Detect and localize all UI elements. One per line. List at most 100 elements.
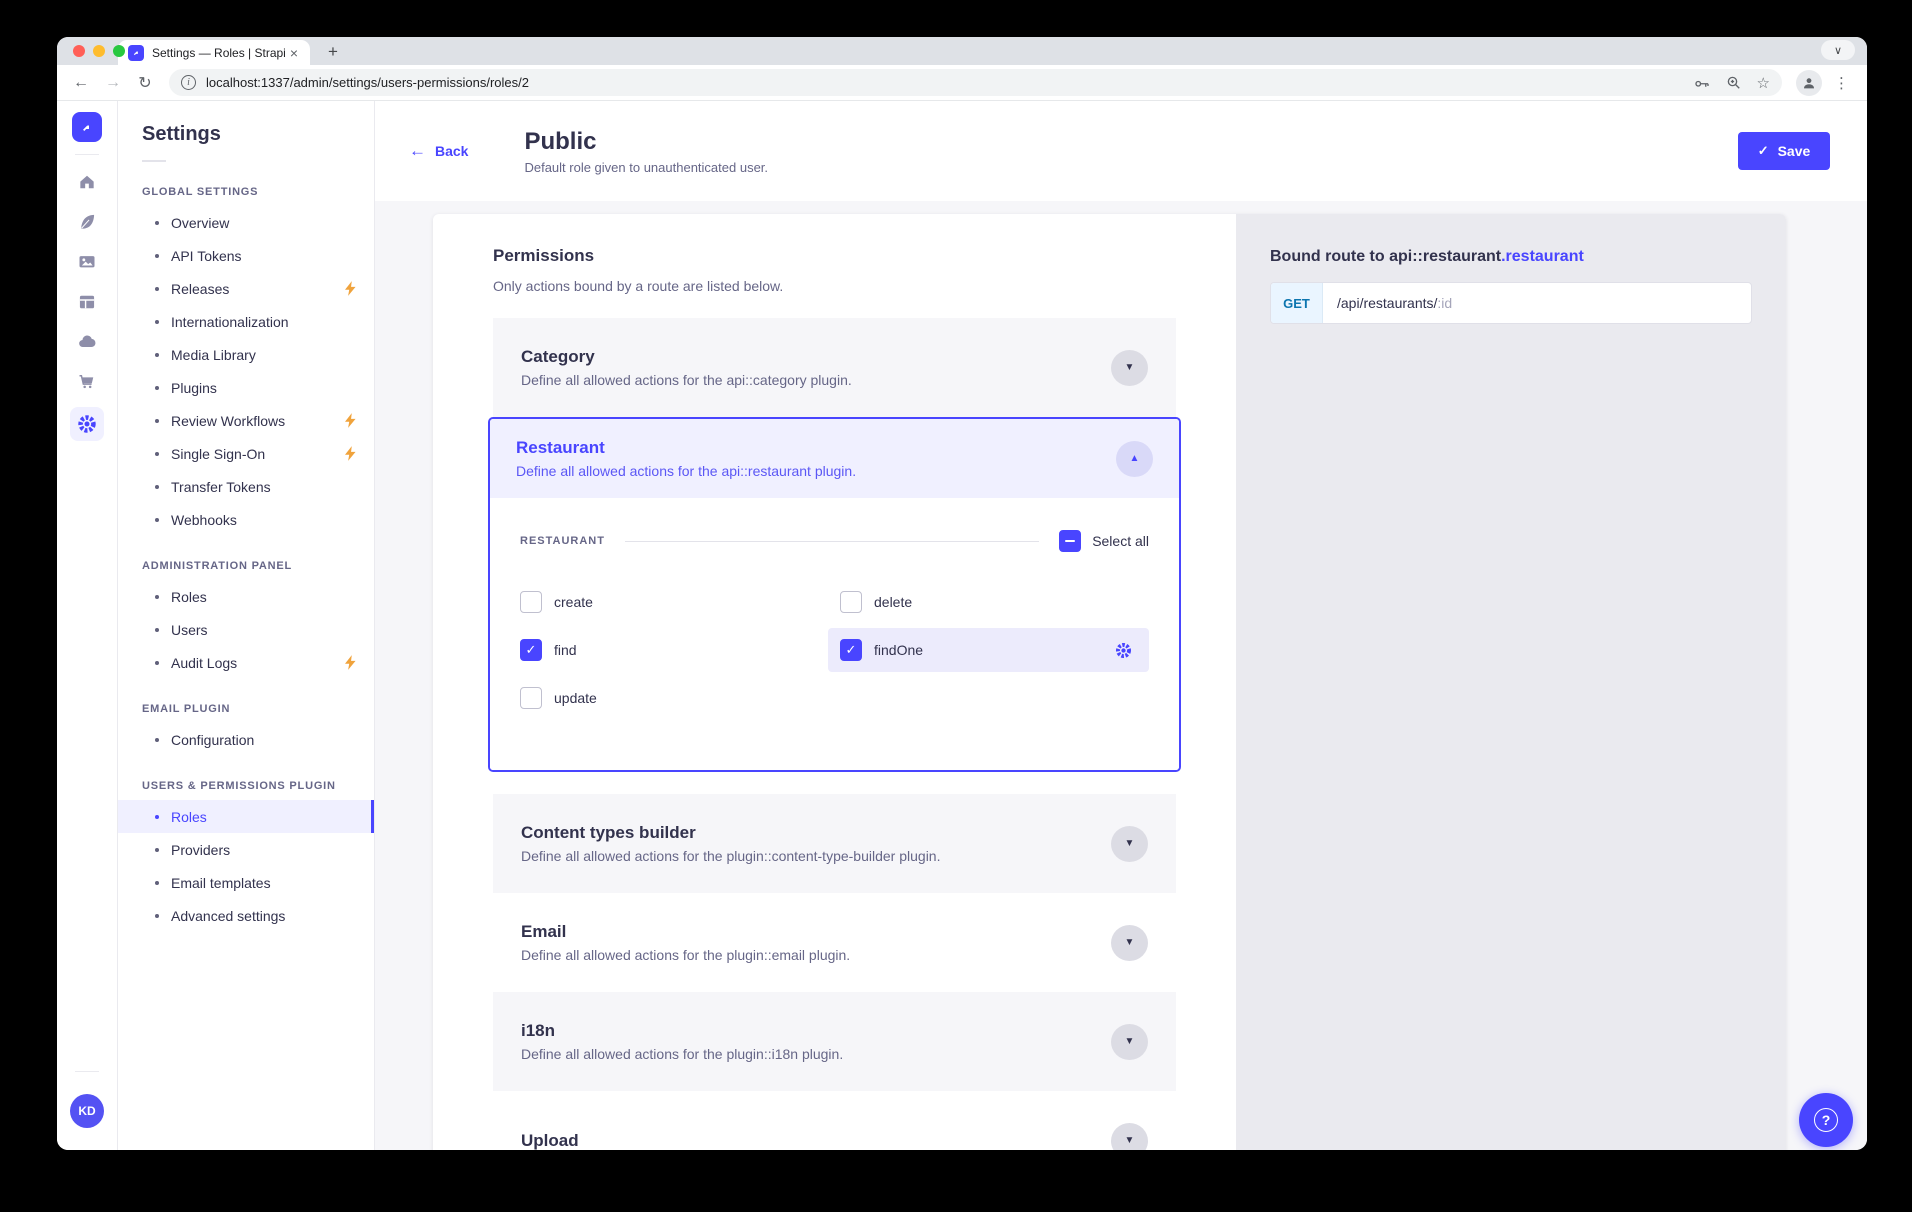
sidebar-item-transfer-tokens[interactable]: Transfer Tokens bbox=[118, 470, 374, 503]
user-avatar[interactable]: KD bbox=[70, 1094, 104, 1128]
actions-grid: create delete ✓ find bbox=[520, 580, 1149, 720]
tab-search-chevron-icon[interactable]: ∨ bbox=[1821, 40, 1855, 60]
bullet-icon bbox=[155, 848, 159, 852]
chevron-down-icon[interactable]: ▼ bbox=[1111, 925, 1148, 961]
browser-toolbar: ← → ↻ i localhost:1337/admin/settings/us… bbox=[57, 65, 1867, 101]
chevron-down-icon[interactable]: ▼ bbox=[1111, 350, 1148, 386]
browser-back-button[interactable]: ← bbox=[67, 69, 95, 97]
premium-bolt-icon bbox=[345, 281, 356, 296]
strapi-logo-icon[interactable] bbox=[72, 112, 102, 142]
settings-gear-icon[interactable] bbox=[70, 407, 104, 441]
accordion-i18n[interactable]: i18n Define all allowed actions for the … bbox=[493, 992, 1176, 1091]
bullet-icon bbox=[155, 485, 159, 489]
browser-reload-button[interactable]: ↻ bbox=[131, 69, 159, 97]
bullet-icon bbox=[155, 254, 159, 258]
bullet-icon bbox=[155, 287, 159, 291]
content-type-builder-icon[interactable] bbox=[72, 287, 102, 317]
bullet-icon bbox=[155, 628, 159, 632]
marketplace-cart-icon[interactable] bbox=[72, 367, 102, 397]
new-tab-button[interactable]: + bbox=[322, 42, 344, 62]
delete-checkbox[interactable] bbox=[840, 591, 862, 613]
sidebar-item-providers[interactable]: Providers bbox=[118, 833, 374, 866]
page-subtitle: Default role given to unauthenticated us… bbox=[524, 160, 768, 175]
chevron-up-icon[interactable]: ▲ bbox=[1116, 441, 1153, 477]
section-label: EMAIL PLUGIN bbox=[118, 703, 374, 715]
tab-strip: Settings — Roles | Strapi × + ∨ bbox=[57, 37, 1867, 65]
update-checkbox[interactable] bbox=[520, 687, 542, 709]
sidebar-item-configuration[interactable]: Configuration bbox=[118, 723, 374, 756]
browser-window: Settings — Roles | Strapi × + ∨ ← → ↻ i … bbox=[57, 37, 1867, 1150]
restaurant-permissions-body: RESTAURANT Select all create bbox=[490, 498, 1179, 770]
rail-divider bbox=[75, 1071, 99, 1072]
route-field: GET /api/restaurants/:id bbox=[1270, 282, 1752, 324]
route-highlight: .restaurant bbox=[1501, 248, 1584, 265]
bullet-icon bbox=[155, 595, 159, 599]
home-icon[interactable] bbox=[72, 167, 102, 197]
bullet-icon bbox=[155, 881, 159, 885]
sidebar-item-internationalization[interactable]: Internationalization bbox=[118, 305, 374, 338]
create-checkbox[interactable] bbox=[520, 591, 542, 613]
chevron-down-icon[interactable]: ▼ bbox=[1111, 1024, 1148, 1060]
site-info-icon[interactable]: i bbox=[181, 75, 196, 90]
save-button[interactable]: ✓ Save bbox=[1738, 132, 1830, 170]
accordion-content-types-builder[interactable]: Content types builder Define all allowed… bbox=[493, 794, 1176, 893]
sidebar-item-advanced-settings[interactable]: Advanced settings bbox=[118, 899, 374, 932]
browser-menu-icon[interactable]: ⋮ bbox=[1826, 74, 1857, 92]
accordion-restaurant-header[interactable]: Restaurant Define all allowed actions fo… bbox=[490, 419, 1179, 498]
address-bar[interactable]: i localhost:1337/admin/settings/users-pe… bbox=[169, 69, 1782, 96]
browser-profile-icon[interactable] bbox=[1796, 70, 1822, 96]
sidebar-item-api-tokens[interactable]: API Tokens bbox=[118, 239, 374, 272]
tab-close-icon[interactable]: × bbox=[286, 45, 302, 61]
sidebar-item-single-sign-on[interactable]: Single Sign-On bbox=[118, 437, 374, 470]
bullet-icon bbox=[155, 815, 159, 819]
gear-icon[interactable] bbox=[1114, 641, 1133, 660]
sidebar-item-review-workflows[interactable]: Review Workflows bbox=[118, 404, 374, 437]
password-key-icon[interactable] bbox=[1693, 74, 1711, 92]
subnav-section-users-permissions-plugin: USERS & PERMISSIONS PLUGIN Roles Provide… bbox=[118, 780, 374, 932]
help-button[interactable]: ? bbox=[1799, 1093, 1853, 1147]
sidebar-item-media-library[interactable]: Media Library bbox=[118, 338, 374, 371]
bullet-icon bbox=[155, 386, 159, 390]
accordion-list: Category Define all allowed actions for … bbox=[493, 318, 1176, 1150]
back-arrow-icon: ← bbox=[409, 141, 426, 161]
bookmark-star-icon[interactable]: ☆ bbox=[1757, 74, 1770, 92]
sidebar-item-admin-roles[interactable]: Roles bbox=[118, 580, 374, 613]
bound-route-title: Bound route to api::restaurant.restauran… bbox=[1270, 248, 1752, 266]
sidebar-item-up-roles[interactable]: Roles bbox=[118, 800, 374, 833]
browser-forward-button[interactable]: → bbox=[99, 69, 127, 97]
page-header: ← Back Public Default role given to unau… bbox=[375, 101, 1867, 201]
select-all-checkbox[interactable] bbox=[1059, 530, 1081, 552]
zoom-window-button[interactable] bbox=[113, 45, 125, 57]
sidebar-item-audit-logs[interactable]: Audit Logs bbox=[118, 646, 374, 679]
route-path: /api/restaurants/:id bbox=[1323, 283, 1452, 323]
browser-tab[interactable]: Settings — Roles | Strapi × bbox=[118, 40, 310, 65]
sidebar-item-email-templates[interactable]: Email templates bbox=[118, 866, 374, 899]
accordion-category[interactable]: Category Define all allowed actions for … bbox=[493, 318, 1176, 417]
http-method-badge: GET bbox=[1271, 283, 1323, 323]
zoom-in-icon[interactable] bbox=[1725, 74, 1743, 92]
subnav-title: Settings bbox=[118, 123, 374, 146]
find-checkbox[interactable]: ✓ bbox=[520, 639, 542, 661]
permissions-title: Permissions bbox=[493, 246, 1176, 266]
group-label: RESTAURANT bbox=[520, 535, 605, 547]
check-icon: ✓ bbox=[1758, 143, 1769, 159]
sidebar-item-users[interactable]: Users bbox=[118, 613, 374, 646]
sidebar-item-releases[interactable]: Releases bbox=[118, 272, 374, 305]
back-link[interactable]: ← Back bbox=[409, 141, 468, 161]
chevron-down-icon[interactable]: ▼ bbox=[1111, 826, 1148, 862]
deploy-cloud-icon[interactable] bbox=[72, 327, 102, 357]
sidebar-item-webhooks[interactable]: Webhooks bbox=[118, 503, 374, 536]
findone-checkbox[interactable]: ✓ bbox=[840, 639, 862, 661]
accordion-email[interactable]: Email Define all allowed actions for the… bbox=[493, 893, 1176, 992]
question-mark-icon: ? bbox=[1814, 1108, 1838, 1132]
sidebar-item-overview[interactable]: Overview bbox=[118, 206, 374, 239]
minimize-window-button[interactable] bbox=[93, 45, 105, 57]
indeterminate-icon bbox=[1065, 540, 1075, 543]
chevron-down-icon[interactable]: ▼ bbox=[1111, 1123, 1148, 1151]
media-library-icon[interactable] bbox=[72, 247, 102, 277]
sidebar-item-plugins[interactable]: Plugins bbox=[118, 371, 374, 404]
close-window-button[interactable] bbox=[73, 45, 85, 57]
accordion-upload[interactable]: Upload ▼ bbox=[493, 1091, 1176, 1150]
content-manager-feather-icon[interactable] bbox=[72, 207, 102, 237]
url-text[interactable]: localhost:1337/admin/settings/users-perm… bbox=[206, 75, 1693, 90]
